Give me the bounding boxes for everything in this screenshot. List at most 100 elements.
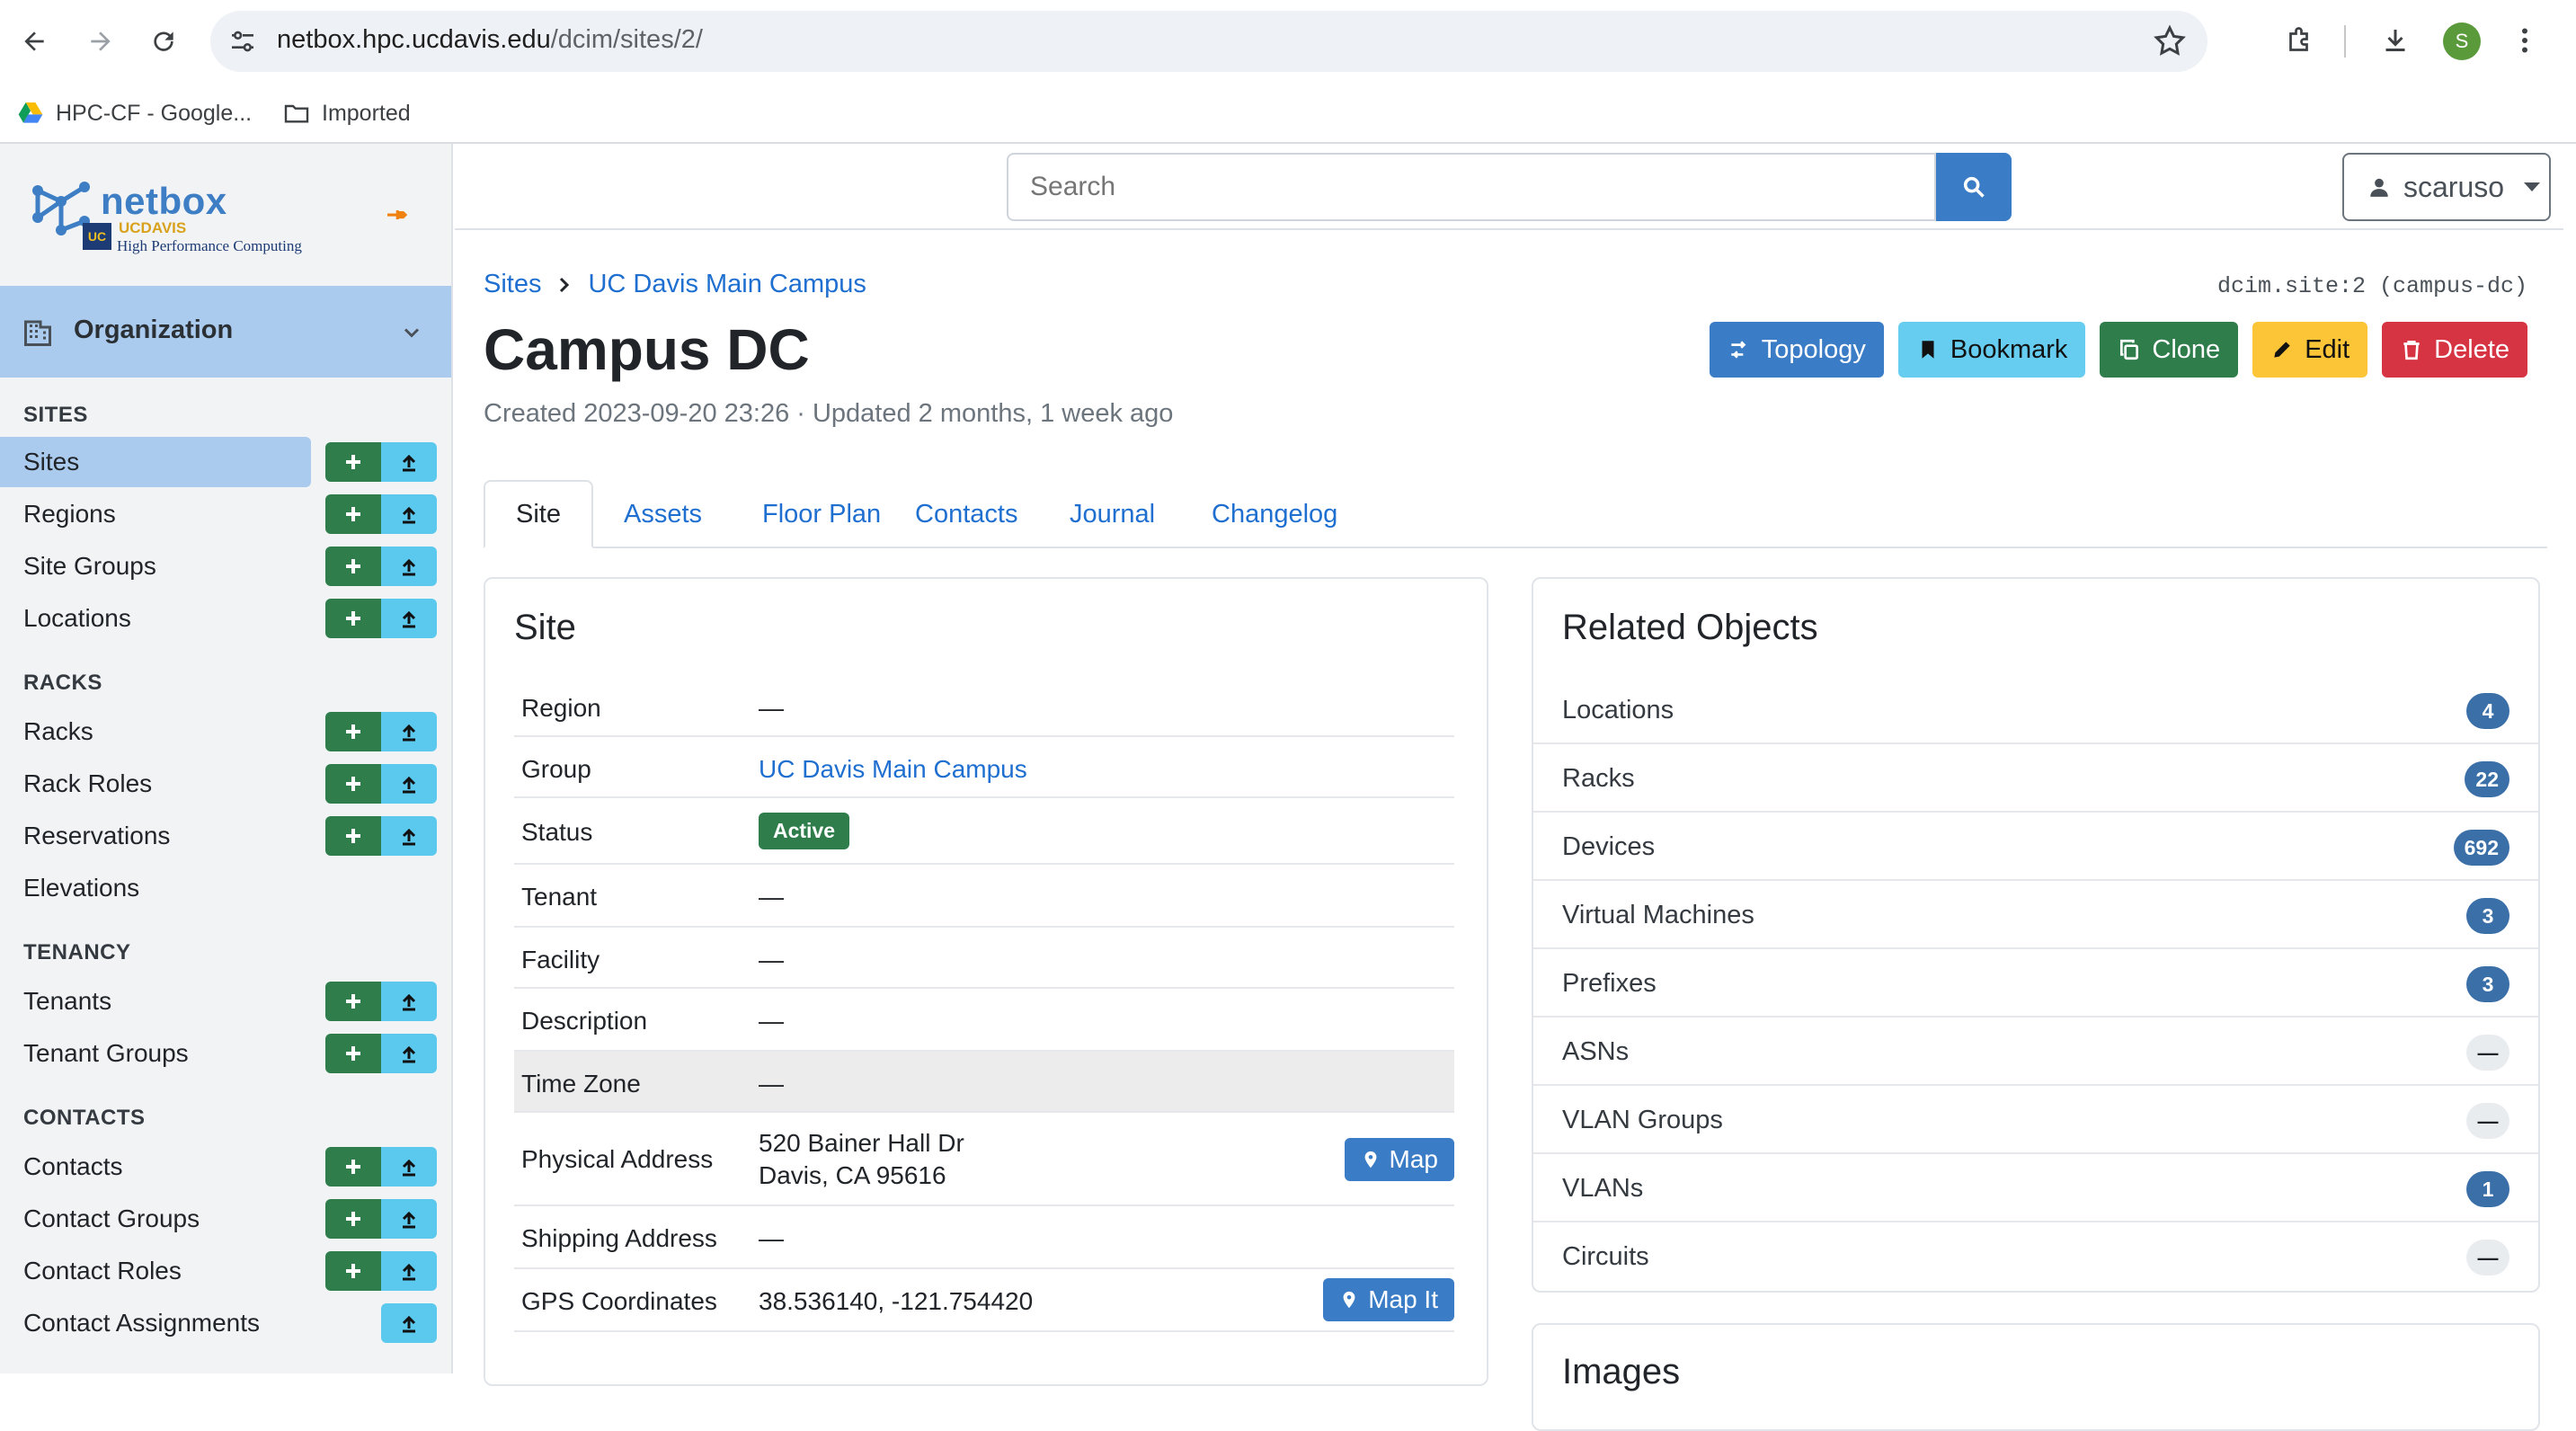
- sidebar-item-rack-roles[interactable]: Rack Roles: [23, 769, 152, 798]
- brand-logo[interactable]: netbox UC UCDAVIS High Performance Compu…: [0, 144, 451, 286]
- back-button[interactable]: [11, 18, 58, 65]
- sidebar-item-reservations[interactable]: Reservations: [23, 822, 170, 850]
- bookmark-label: HPC-CF - Google...: [56, 100, 253, 126]
- related-row-asns[interactable]: ASNs —: [1533, 1018, 2538, 1086]
- clone-button[interactable]: Clone: [2100, 322, 2239, 378]
- related-row-racks[interactable]: Racks 22: [1533, 744, 2538, 813]
- sidebar-item-contact-assignments[interactable]: Contact Assignments: [23, 1309, 260, 1338]
- plus-icon: [346, 611, 360, 626]
- related-label: Devices: [1562, 832, 1656, 861]
- section-tenancy: TENANCY: [23, 940, 131, 964]
- forward-button[interactable]: [77, 18, 124, 65]
- pin-sidebar-icon[interactable]: [383, 201, 410, 228]
- sidebar-item-tenants[interactable]: Tenants: [23, 987, 111, 1016]
- tab-assets[interactable]: Assets: [593, 480, 733, 548]
- import-tenants-button[interactable]: [381, 982, 437, 1021]
- import-contact-groups-button[interactable]: [381, 1199, 437, 1239]
- import-contact-assignments-button[interactable]: [381, 1303, 437, 1343]
- related-row-devices[interactable]: Devices 692: [1533, 813, 2538, 881]
- sidebar-item-tenant-groups[interactable]: Tenant Groups: [23, 1039, 189, 1068]
- add-tenant-button[interactable]: [325, 982, 381, 1021]
- address-bar[interactable]: netbox.hpc.ucdavis.edu/dcim/sites/2/: [210, 11, 2207, 72]
- map-it-button[interactable]: Map It: [1323, 1278, 1454, 1321]
- add-contact-group-button[interactable]: [325, 1199, 381, 1239]
- delete-button[interactable]: Delete: [2382, 322, 2527, 378]
- group-link[interactable]: UC Davis Main Campus: [759, 755, 1027, 784]
- related-row-vlans[interactable]: VLANs 1: [1533, 1154, 2538, 1222]
- building-icon: [24, 320, 51, 346]
- reload-button[interactable]: [140, 18, 187, 65]
- import-tenant-groups-button[interactable]: [381, 1034, 437, 1073]
- related-label: ASNs: [1562, 1037, 1630, 1066]
- sidebar-item-contact-groups[interactable]: Contact Groups: [23, 1204, 200, 1233]
- sidebar-item-contact-roles[interactable]: Contact Roles: [23, 1257, 182, 1285]
- sidebar: netbox UC UCDAVIS High Performance Compu…: [0, 144, 453, 1373]
- import-contacts-button[interactable]: [381, 1147, 437, 1187]
- related-row-circuits[interactable]: Circuits —: [1533, 1222, 2538, 1291]
- breadcrumb-sites-link[interactable]: Sites: [484, 270, 541, 299]
- import-site-groups-button[interactable]: [381, 547, 437, 586]
- browser-menu-button[interactable]: [2504, 20, 2545, 61]
- browser-toolbar: netbox.hpc.ucdavis.edu/dcim/sites/2/ S: [0, 0, 2576, 83]
- add-tenant-group-button[interactable]: [325, 1034, 381, 1073]
- add-region-button[interactable]: [325, 494, 381, 534]
- upload-icon: [402, 454, 416, 472]
- topology-button[interactable]: Topology: [1709, 322, 1884, 378]
- plus-icon: [346, 507, 360, 521]
- import-locations-button[interactable]: [381, 599, 437, 638]
- import-contact-roles-button[interactable]: [381, 1251, 437, 1291]
- sidebar-item-locations[interactable]: Locations: [23, 604, 131, 633]
- profile-avatar[interactable]: S: [2443, 22, 2481, 60]
- count-badge: 22: [2465, 761, 2509, 797]
- upload-icon: [402, 558, 416, 576]
- import-rack-roles-button[interactable]: [381, 764, 437, 804]
- edit-button[interactable]: Edit: [2252, 322, 2368, 378]
- sidebar-item-contacts[interactable]: Contacts: [23, 1152, 123, 1181]
- sidebar-item-elevations[interactable]: Elevations: [23, 874, 139, 902]
- add-site-group-button[interactable]: [325, 547, 381, 586]
- related-row-locations[interactable]: Locations 4: [1533, 676, 2538, 744]
- sidebar-item-racks[interactable]: Racks: [23, 717, 93, 746]
- bookmark-hpc-cf[interactable]: HPC-CF - Google...: [16, 93, 252, 133]
- breadcrumb-group-link[interactable]: UC Davis Main Campus: [588, 270, 866, 299]
- count-badge: —: [2466, 1240, 2509, 1275]
- search-button[interactable]: [1936, 153, 2012, 221]
- plus-icon: [346, 724, 360, 739]
- tab-journal[interactable]: Journal: [1039, 480, 1186, 548]
- related-row-vlan-groups[interactable]: VLAN Groups —: [1533, 1086, 2538, 1154]
- add-contact-role-button[interactable]: [325, 1251, 381, 1291]
- row-gps-coordinates: GPS Coordinates 38.536140, -121.754420 M…: [514, 1269, 1454, 1332]
- import-racks-button[interactable]: [381, 712, 437, 751]
- map-button[interactable]: Map: [1344, 1138, 1454, 1181]
- downloads-button[interactable]: [2375, 20, 2416, 61]
- add-reservation-button[interactable]: [325, 816, 381, 856]
- bookmark-label: Imported: [322, 100, 411, 126]
- related-row-virtual-machines[interactable]: Virtual Machines 3: [1533, 881, 2538, 949]
- menu-organization[interactable]: Organization: [0, 286, 451, 378]
- sidebar-item-sites[interactable]: Sites: [23, 448, 79, 476]
- tab-contacts[interactable]: Contacts: [884, 480, 1048, 548]
- map-marker-icon: [1364, 1151, 1376, 1169]
- bookmark-star-icon[interactable]: [2152, 23, 2188, 59]
- site-info-icon[interactable]: [228, 27, 257, 56]
- add-rack-role-button[interactable]: [325, 764, 381, 804]
- bookmark-button[interactable]: Bookmark: [1897, 322, 2086, 378]
- related-row-prefixes[interactable]: Prefixes 3: [1533, 949, 2538, 1018]
- tab-changelog[interactable]: Changelog: [1181, 480, 1368, 548]
- add-location-button[interactable]: [325, 599, 381, 638]
- map-button-label: Map: [1389, 1145, 1438, 1173]
- search-input[interactable]: [1007, 153, 1936, 221]
- sidebar-item-regions[interactable]: Regions: [23, 500, 116, 529]
- extensions-button[interactable]: [2279, 20, 2321, 61]
- import-regions-button[interactable]: [381, 494, 437, 534]
- shipping-address-value: —: [759, 1224, 784, 1252]
- import-sites-button[interactable]: [381, 442, 437, 482]
- user-menu-button[interactable]: scaruso: [2342, 153, 2551, 221]
- bookmark-folder-imported[interactable]: Imported: [282, 93, 411, 133]
- tab-site[interactable]: Site: [484, 480, 593, 548]
- add-site-button[interactable]: [325, 442, 381, 482]
- add-contact-button[interactable]: [325, 1147, 381, 1187]
- add-rack-button[interactable]: [325, 712, 381, 751]
- sidebar-item-site-groups[interactable]: Site Groups: [23, 552, 156, 581]
- import-reservations-button[interactable]: [381, 816, 437, 856]
